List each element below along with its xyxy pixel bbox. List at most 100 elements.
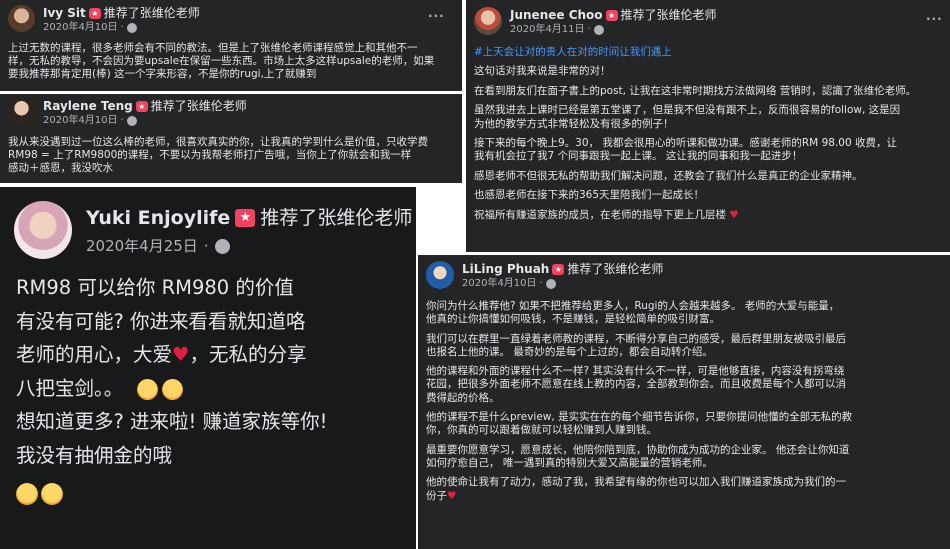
- post-body-junenee: #上天会让对的贵人在对的时间让我们遇上 这句话对我来说是非常的对！ 在看到朋友们…: [474, 46, 948, 222]
- globe-icon: [593, 25, 604, 35]
- body-line: 感恩老师不但很无私的帮助我们解决问题，还教会了我们什么是真正的企业家精神。: [474, 169, 863, 182]
- hashtag-link[interactable]: #上天会让对的贵人在对的时间让我们遇上: [474, 46, 948, 59]
- post-body-ivy: 上过无数的课程，很多老师会有不同的教法。但是上了张维伦老师课程感觉上和其他不一 …: [8, 42, 458, 81]
- body-line: 我们可以在群里一直绿着老师教的课程，不断得分享自己的感受，最后群里朋友被吸引最后: [426, 332, 846, 345]
- globe-icon: [214, 238, 230, 254]
- body-line: 要我推荐那肯定用(棒) 这一个字来形容，不是你的rugi,上了就赚到: [8, 68, 317, 80]
- post-panel-yuki: Yuki Enjoylife ★ 推荐了张维伦老师 2020年4月25日 · R…: [0, 187, 416, 549]
- body-text-span: 份子: [426, 489, 447, 502]
- panel-divider: [0, 91, 462, 94]
- body-line: 你问为什么推荐他? 如果不把推荐给更多人，Rugi的人会越来越多。 老师的大爱与…: [426, 300, 840, 312]
- body-line: 我没有抽佣金的哦: [16, 443, 173, 467]
- post-panel-ivy-raylene: Ivy Sit ★ 推荐了张维伦老师 2020年4月10日 · ··· 上过无数…: [0, 0, 462, 183]
- author-name[interactable]: Yuki Enjoylife: [86, 205, 230, 231]
- globe-icon: [126, 23, 137, 33]
- post-header-ivy: Ivy Sit ★ 推荐了张维伦老师 2020年4月10日 ·: [8, 5, 200, 35]
- body-line: 他真的让你搞懂如何吸钱，不是赚钱，是轻松简单的吸引财富。: [426, 313, 720, 326]
- recommend-badge-icon: ★: [135, 100, 148, 112]
- body-line: 在看到朋友们在面子書上的post, 让我在这非常时期找方法做网络 营销时，認識了…: [474, 84, 917, 97]
- body-line: 上过无数的课程，很多老师会有不同的教法。但是上了张维伦老师课程感觉上和其他不一: [8, 42, 418, 54]
- recommend-action: 推荐了张维伦老师: [260, 207, 413, 229]
- recommend-badge-icon: ★: [88, 7, 101, 19]
- body-text-span: 祝福所有赚道家族的成员，在老师的指导下更上几层楼: [474, 208, 726, 221]
- body-line: 他的课程和外面的课程什么不一样? 其实没有什么不一样，可是他够直接，内容没有拐弯…: [426, 365, 845, 378]
- post-date[interactable]: 2020年4月10日: [462, 277, 537, 291]
- post-date[interactable]: 2020年4月11日: [510, 23, 585, 37]
- separator-dot: ·: [539, 278, 543, 289]
- body-line: 虽然我进去上课时已经是第五堂课了，但是我不但没有跟不上，反而很容易的follow…: [474, 104, 901, 117]
- more-options-icon[interactable]: ···: [926, 12, 943, 26]
- post-panel-junenee: Junenee Choo ★ 推荐了张维伦老师 2020年4月11日 · ···…: [466, 0, 950, 252]
- author-name[interactable]: Junenee Choo: [510, 7, 603, 23]
- recommend-badge-icon: ★: [552, 263, 565, 275]
- recommend-action: 推荐了张维伦老师: [620, 8, 717, 22]
- body-line: 他的课程不是什么preview, 是实实在在的每个细节告诉你，只要你提问他懂的全…: [426, 411, 853, 424]
- body-line: 份子♥: [426, 490, 948, 503]
- avatar[interactable]: [8, 5, 35, 32]
- body-line: 为他的教学方式非常轻松及有很多的例子！: [474, 117, 674, 130]
- body-line: 费得起的价格。: [426, 391, 500, 404]
- body-line: 老师的用心，大爱♥，无私的分享: [16, 338, 412, 372]
- author-name[interactable]: LiLing Phuah: [462, 261, 549, 277]
- more-options-icon[interactable]: ···: [428, 9, 445, 23]
- globe-icon: [126, 116, 137, 126]
- author-name[interactable]: Raylene Teng: [43, 98, 133, 114]
- author-name[interactable]: Ivy Sit: [43, 5, 86, 21]
- body-text-span: 八把宝剑。。: [16, 376, 124, 400]
- heart-icon: ♥: [729, 208, 739, 221]
- body-line: 我从来没遇到过一位这么棒的老师，很喜欢真实的你，让我真的学到什么是价值，只收学费: [8, 136, 428, 148]
- avatar[interactable]: [14, 201, 72, 259]
- post-header-raylene: Raylene Teng ★ 推荐了张维伦老师 2020年4月10日 ·: [8, 98, 247, 128]
- body-line: 我有机会拉了我7 个同事跟我一起上课。 这让我的同事和我一起进步！: [474, 150, 803, 163]
- flushed-face-icon: [137, 378, 159, 400]
- post-header-yuki: Yuki Enjoylife ★ 推荐了张维伦老师 2020年4月25日 ·: [14, 201, 412, 259]
- body-line: 接下来的每个晚上9。30， 我都会很用心的听课和做功课。感谢老师的RM 98.0…: [474, 137, 897, 150]
- body-line: 有没有可能? 你进来看看就知道咯: [16, 309, 306, 333]
- body-line: 想知道更多? 进来啦! 赚道家族等你!: [16, 410, 328, 433]
- body-text-span: 老师的用心，大爱: [16, 343, 173, 366]
- body-line: 样，无私的教导，不会因为要upsale在保留一些东西。市场上太多这样upsale…: [8, 55, 435, 67]
- flushed-face-icon: [162, 378, 184, 400]
- body-line: 祝福所有赚道家族的成员，在老师的指导下更上几层楼 ♥: [474, 209, 948, 222]
- recommend-badge-icon: ★: [605, 9, 618, 21]
- post-date[interactable]: 2020年4月10日: [43, 114, 118, 128]
- body-line: [16, 476, 412, 510]
- body-line: RM98 可以给你 RM980 的价值: [16, 276, 294, 299]
- body-line: 最重要你愿意学习，愿意成长，他陪你陪到底，协助你成为成功的企业家。 他还会让你知…: [426, 443, 850, 456]
- recommend-action: 推荐了张维伦老师: [103, 6, 200, 20]
- sweat-smile-icon: [16, 482, 38, 505]
- recommend-action: 推荐了张维伦老师: [150, 99, 247, 113]
- avatar[interactable]: [474, 7, 502, 35]
- post-date[interactable]: 2020年4月25日: [86, 235, 198, 257]
- body-line: 你，你真的可以跟着做就可以轻松赚到人赚到钱。: [426, 424, 657, 437]
- body-line: 花园，把很多外面老师不愿意在线上教的内容，全部教到你会。而且收费是每个人都可以消: [426, 378, 846, 391]
- avatar[interactable]: [426, 261, 454, 289]
- body-line: 感动＋感恩，我没吹水: [8, 162, 113, 174]
- separator-dot: ·: [203, 237, 209, 255]
- sweat-smile-icon: [41, 482, 63, 505]
- body-line: 他的使命让我有了动力，感动了我，我希望有缘的你也可以加入我们赚道家族成为我们的一: [426, 476, 846, 489]
- post-panel-liling: LiLing Phuah ★ 推荐了张维伦老师 2020年4月10日 · 你问为…: [418, 255, 950, 549]
- post-header-liling: LiLing Phuah ★ 推荐了张维伦老师 2020年4月10日 ·: [426, 261, 663, 291]
- recommend-badge-icon: ★: [235, 209, 256, 227]
- body-line: 这句话对我来说是非常的对！: [474, 65, 611, 78]
- post-body-yuki: RM98 可以给你 RM980 的价值 有没有可能? 你进来看看就知道咯 老师的…: [16, 271, 412, 510]
- body-line: RM98 = 上了RM9800的课程，不要以为我帮老师打广告哦，当你上了你就会和…: [8, 149, 412, 161]
- separator-dot: ·: [120, 115, 124, 126]
- body-line: 也报名上他的课。 最奇妙的是每个上过的，都会自动转介绍。: [426, 345, 713, 358]
- separator-dot: ·: [120, 22, 124, 33]
- heart-icon: ♥: [447, 489, 457, 502]
- post-body-liling: 你问为什么推荐他? 如果不把推荐给更多人，Rugi的人会越来越多。 老师的大爱与…: [426, 300, 948, 503]
- post-body-raylene: 我从来没遇到过一位这么棒的老师，很喜欢真实的你，让我真的学到什么是价值，只收学费…: [8, 136, 458, 175]
- body-line: 如何疗愈自己， 唯一遇到真的特别大爱又高能量的营销老师。: [426, 456, 713, 469]
- body-line: 八把宝剑。。: [16, 372, 412, 406]
- globe-icon: [545, 279, 556, 289]
- heart-icon: ♥: [172, 343, 190, 366]
- recommend-action: 推荐了张维伦老师: [567, 262, 664, 276]
- post-header-junenee: Junenee Choo ★ 推荐了张维伦老师 2020年4月11日 ·: [474, 7, 717, 37]
- avatar[interactable]: [8, 98, 35, 125]
- post-date[interactable]: 2020年4月10日: [43, 21, 118, 35]
- separator-dot: ·: [587, 24, 591, 35]
- body-text-span: ，无私的分享: [189, 343, 307, 366]
- body-line: 也感恩老师在接下来的365天里陪我们一起成长！: [474, 189, 705, 202]
